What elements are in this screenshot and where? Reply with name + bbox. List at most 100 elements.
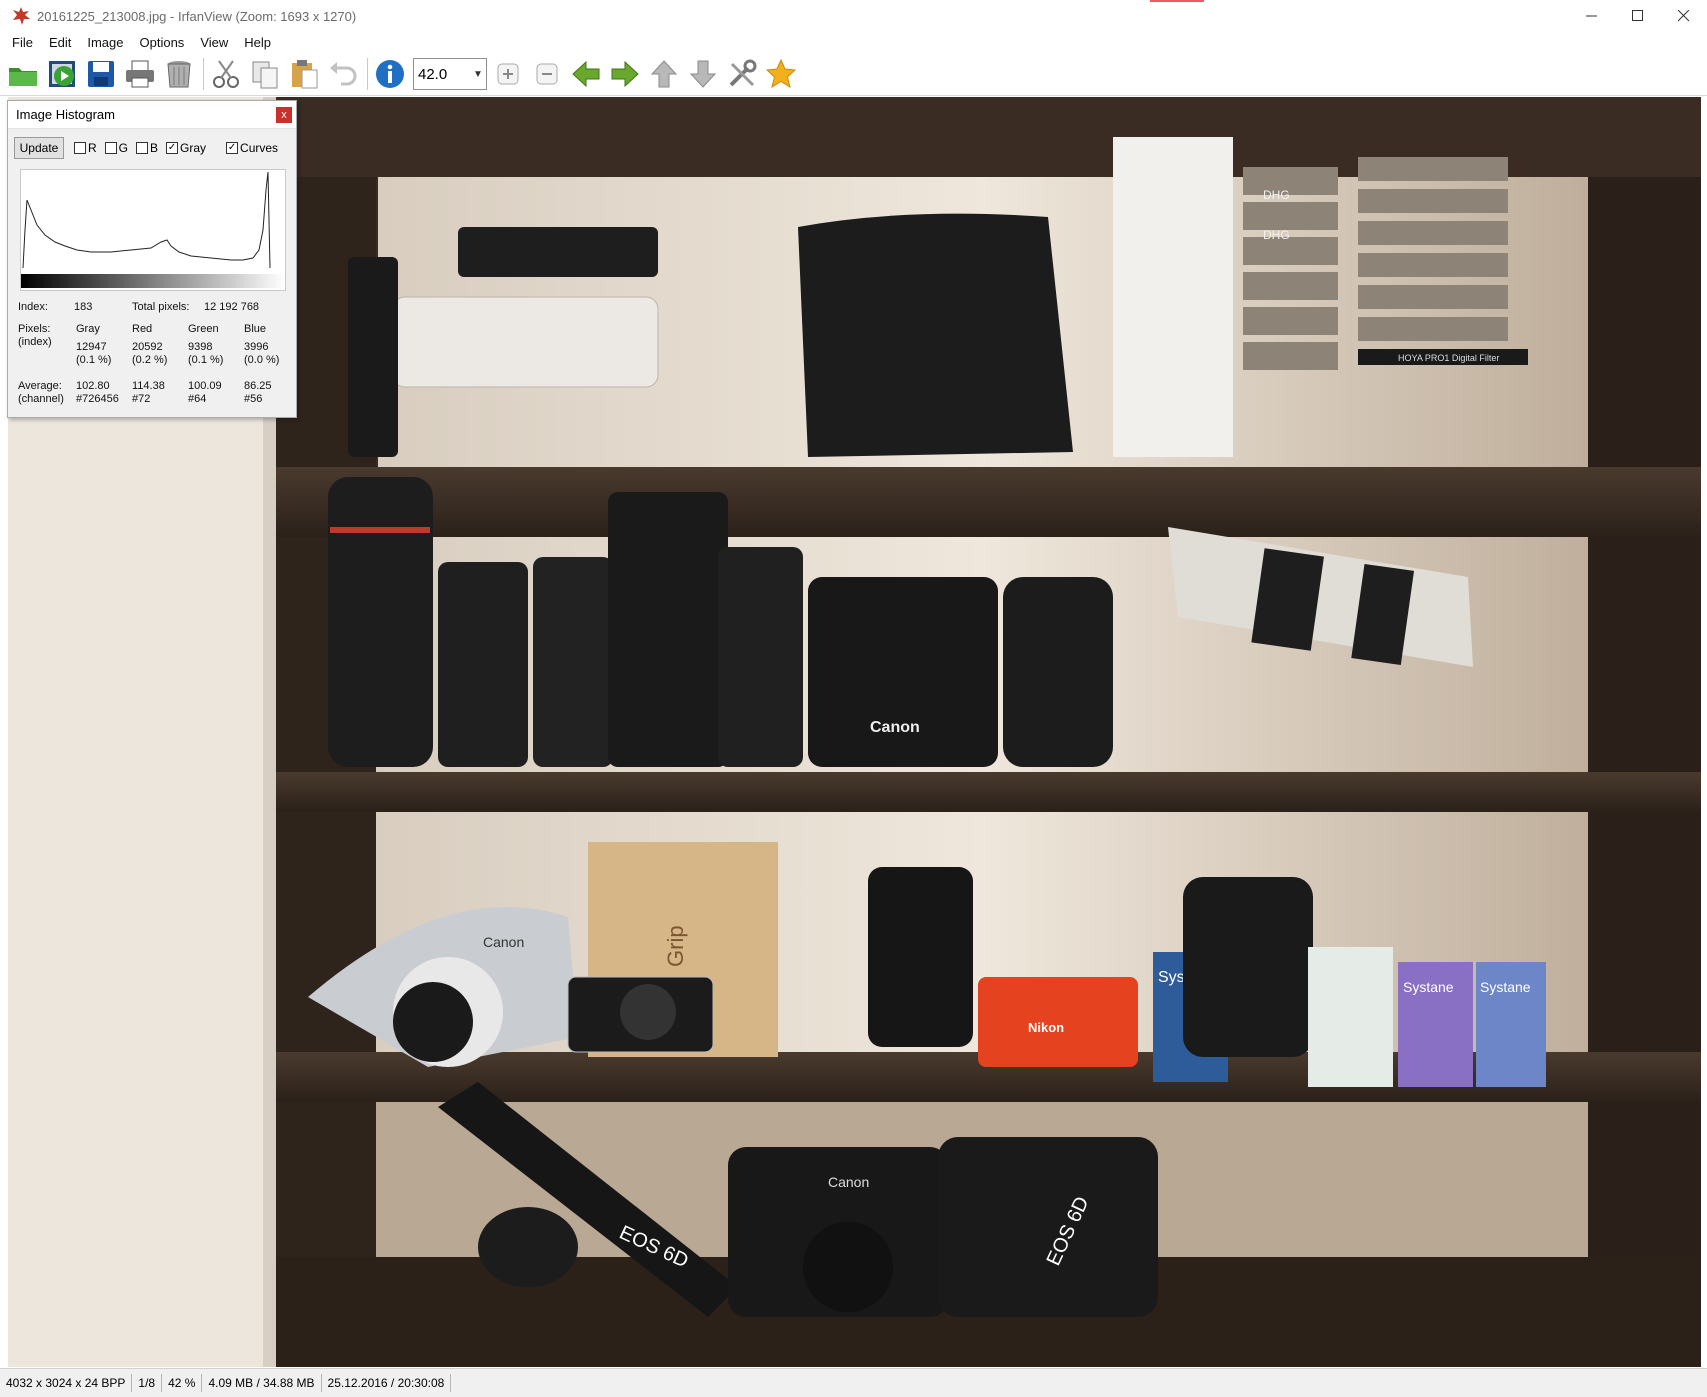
histogram-controls: Update R G B ✓ Gray ✓ Curves — [14, 137, 292, 159]
maximize-button[interactable] — [1615, 0, 1661, 32]
last-button[interactable] — [686, 57, 720, 91]
checkbox-label: R — [88, 141, 97, 155]
maximize-icon — [1632, 10, 1643, 21]
nikon-label: Nikon — [1028, 1020, 1064, 1035]
first-button[interactable] — [647, 57, 681, 91]
next-button[interactable] — [608, 57, 642, 91]
favorites-button[interactable] — [764, 57, 798, 91]
status-dimensions: 4032 x 3024 x 24 BPP — [0, 1374, 133, 1392]
title-bar[interactable]: 20161225_213008.jpg - IrfanView (Zoom: 1… — [0, 0, 1707, 32]
title-accent — [1150, 0, 1204, 2]
info-button[interactable] — [373, 57, 407, 91]
hex-green: #64 — [188, 393, 207, 405]
print-button[interactable] — [123, 57, 157, 91]
pixel-count-red: 20592 — [132, 341, 163, 353]
minimize-icon — [1586, 15, 1597, 17]
hex-red: #72 — [132, 393, 151, 405]
column-gray: Gray — [76, 323, 100, 335]
checkbox-gray[interactable]: ✓ Gray — [166, 141, 206, 155]
update-button[interactable]: Update — [14, 137, 64, 159]
menu-edit[interactable]: Edit — [41, 35, 79, 50]
average-red: 114.38 — [132, 380, 165, 392]
menu-file[interactable]: File — [4, 35, 41, 50]
hex-blue: #56 — [244, 393, 263, 405]
histogram-curve — [21, 171, 285, 288]
checkbox-box[interactable] — [74, 142, 86, 154]
print-icon — [126, 60, 154, 88]
window-title: 20161225_213008.jpg - IrfanView (Zoom: 1… — [37, 8, 357, 24]
index-label: Index: — [18, 301, 48, 313]
pixel-count-gray: 12947 — [76, 341, 107, 353]
settings-icon — [729, 59, 757, 87]
status-size: 4.09 MB / 34.88 MB — [202, 1374, 322, 1392]
paste-button[interactable] — [287, 57, 321, 91]
delete-button[interactable] — [162, 57, 196, 91]
histogram-graph[interactable] — [20, 169, 286, 291]
menu-help[interactable]: Help — [236, 35, 279, 50]
average-sublabel: (channel) — [18, 393, 64, 405]
zoom-out-button[interactable] — [530, 57, 564, 91]
hoya-label: HOYA PRO1 Digital Filter — [1398, 353, 1499, 363]
close-icon — [1678, 10, 1690, 22]
checkbox-label: B — [150, 141, 159, 155]
settings-button[interactable] — [725, 57, 759, 91]
toolbar-separator — [367, 58, 368, 90]
minimize-button[interactable] — [1569, 0, 1615, 32]
checkbox-g[interactable]: G — [104, 141, 129, 155]
systane-label: Systane — [1480, 979, 1531, 995]
zoom-out-icon — [536, 63, 558, 85]
status-bar: 4032 x 3024 x 24 BPP 1/8 42 % 4.09 MB / … — [0, 1368, 1707, 1397]
checkbox-b[interactable]: B — [136, 141, 158, 155]
first-icon — [650, 60, 678, 88]
column-green: Green — [188, 323, 219, 335]
info-icon — [376, 60, 404, 88]
check-icon[interactable]: ✓ — [226, 142, 239, 154]
hex-gray: #726456 — [76, 393, 119, 405]
delete-icon — [167, 61, 191, 88]
pixel-percent-green: (0.1 %) — [188, 354, 224, 366]
zoom-combobox[interactable]: 42.0 ▼ — [413, 58, 487, 90]
menu-options[interactable]: Options — [132, 35, 193, 50]
close-button[interactable] — [1661, 0, 1707, 32]
menu-view[interactable]: View — [192, 35, 236, 50]
column-red: Red — [132, 323, 153, 335]
histogram-title-bar[interactable]: Image Histogram x — [8, 101, 296, 129]
favorites-icon — [765, 58, 797, 89]
check-icon[interactable]: ✓ — [166, 142, 179, 154]
slideshow-button[interactable] — [45, 57, 79, 91]
zoom-in-button[interactable] — [491, 57, 525, 91]
pixels-sublabel: (index) — [18, 336, 52, 348]
undo-button[interactable] — [326, 57, 360, 91]
average-gray: 102.80 — [76, 380, 110, 392]
copy-icon — [252, 61, 278, 89]
status-datetime: 25.12.2016 / 20:30:08 — [322, 1374, 452, 1392]
save-button[interactable] — [84, 57, 118, 91]
checkbox-curves[interactable]: ✓ Curves — [226, 141, 278, 155]
copy-button[interactable] — [248, 57, 282, 91]
average-green: 100.09 — [188, 380, 222, 392]
menu-image[interactable]: Image — [79, 35, 131, 50]
pixel-count-blue: 3996 — [244, 341, 269, 353]
dhg-label: DHG — [1263, 228, 1290, 242]
average-label: Average: — [18, 380, 62, 392]
zoom-value[interactable]: 42.0 — [414, 66, 470, 83]
histogram-title: Image Histogram — [16, 107, 115, 122]
save-icon — [88, 61, 114, 87]
irfanview-cat-icon — [13, 7, 30, 25]
checkbox-r[interactable]: R — [74, 141, 97, 155]
open-button[interactable] — [6, 57, 40, 91]
total-pixels-value: 12 192 768 — [204, 301, 260, 313]
chevron-down-icon[interactable]: ▼ — [470, 69, 486, 80]
checkbox-label: Curves — [240, 141, 279, 155]
toolbar: 42.0 ▼ — [0, 52, 1707, 96]
previous-button[interactable] — [569, 57, 603, 91]
canon-label: Canon — [483, 934, 524, 950]
histogram-dialog[interactable]: Image Histogram x Update R G B ✓ Gray ✓ Cu… — [7, 100, 297, 418]
checkbox-box[interactable] — [104, 142, 117, 154]
checkbox-box[interactable] — [136, 142, 149, 154]
cut-button[interactable] — [209, 57, 243, 91]
status-zoom: 42 % — [162, 1374, 203, 1392]
checkbox-label: G — [118, 141, 129, 155]
toolbar-separator — [203, 58, 204, 90]
histogram-close-button[interactable]: x — [276, 107, 292, 123]
